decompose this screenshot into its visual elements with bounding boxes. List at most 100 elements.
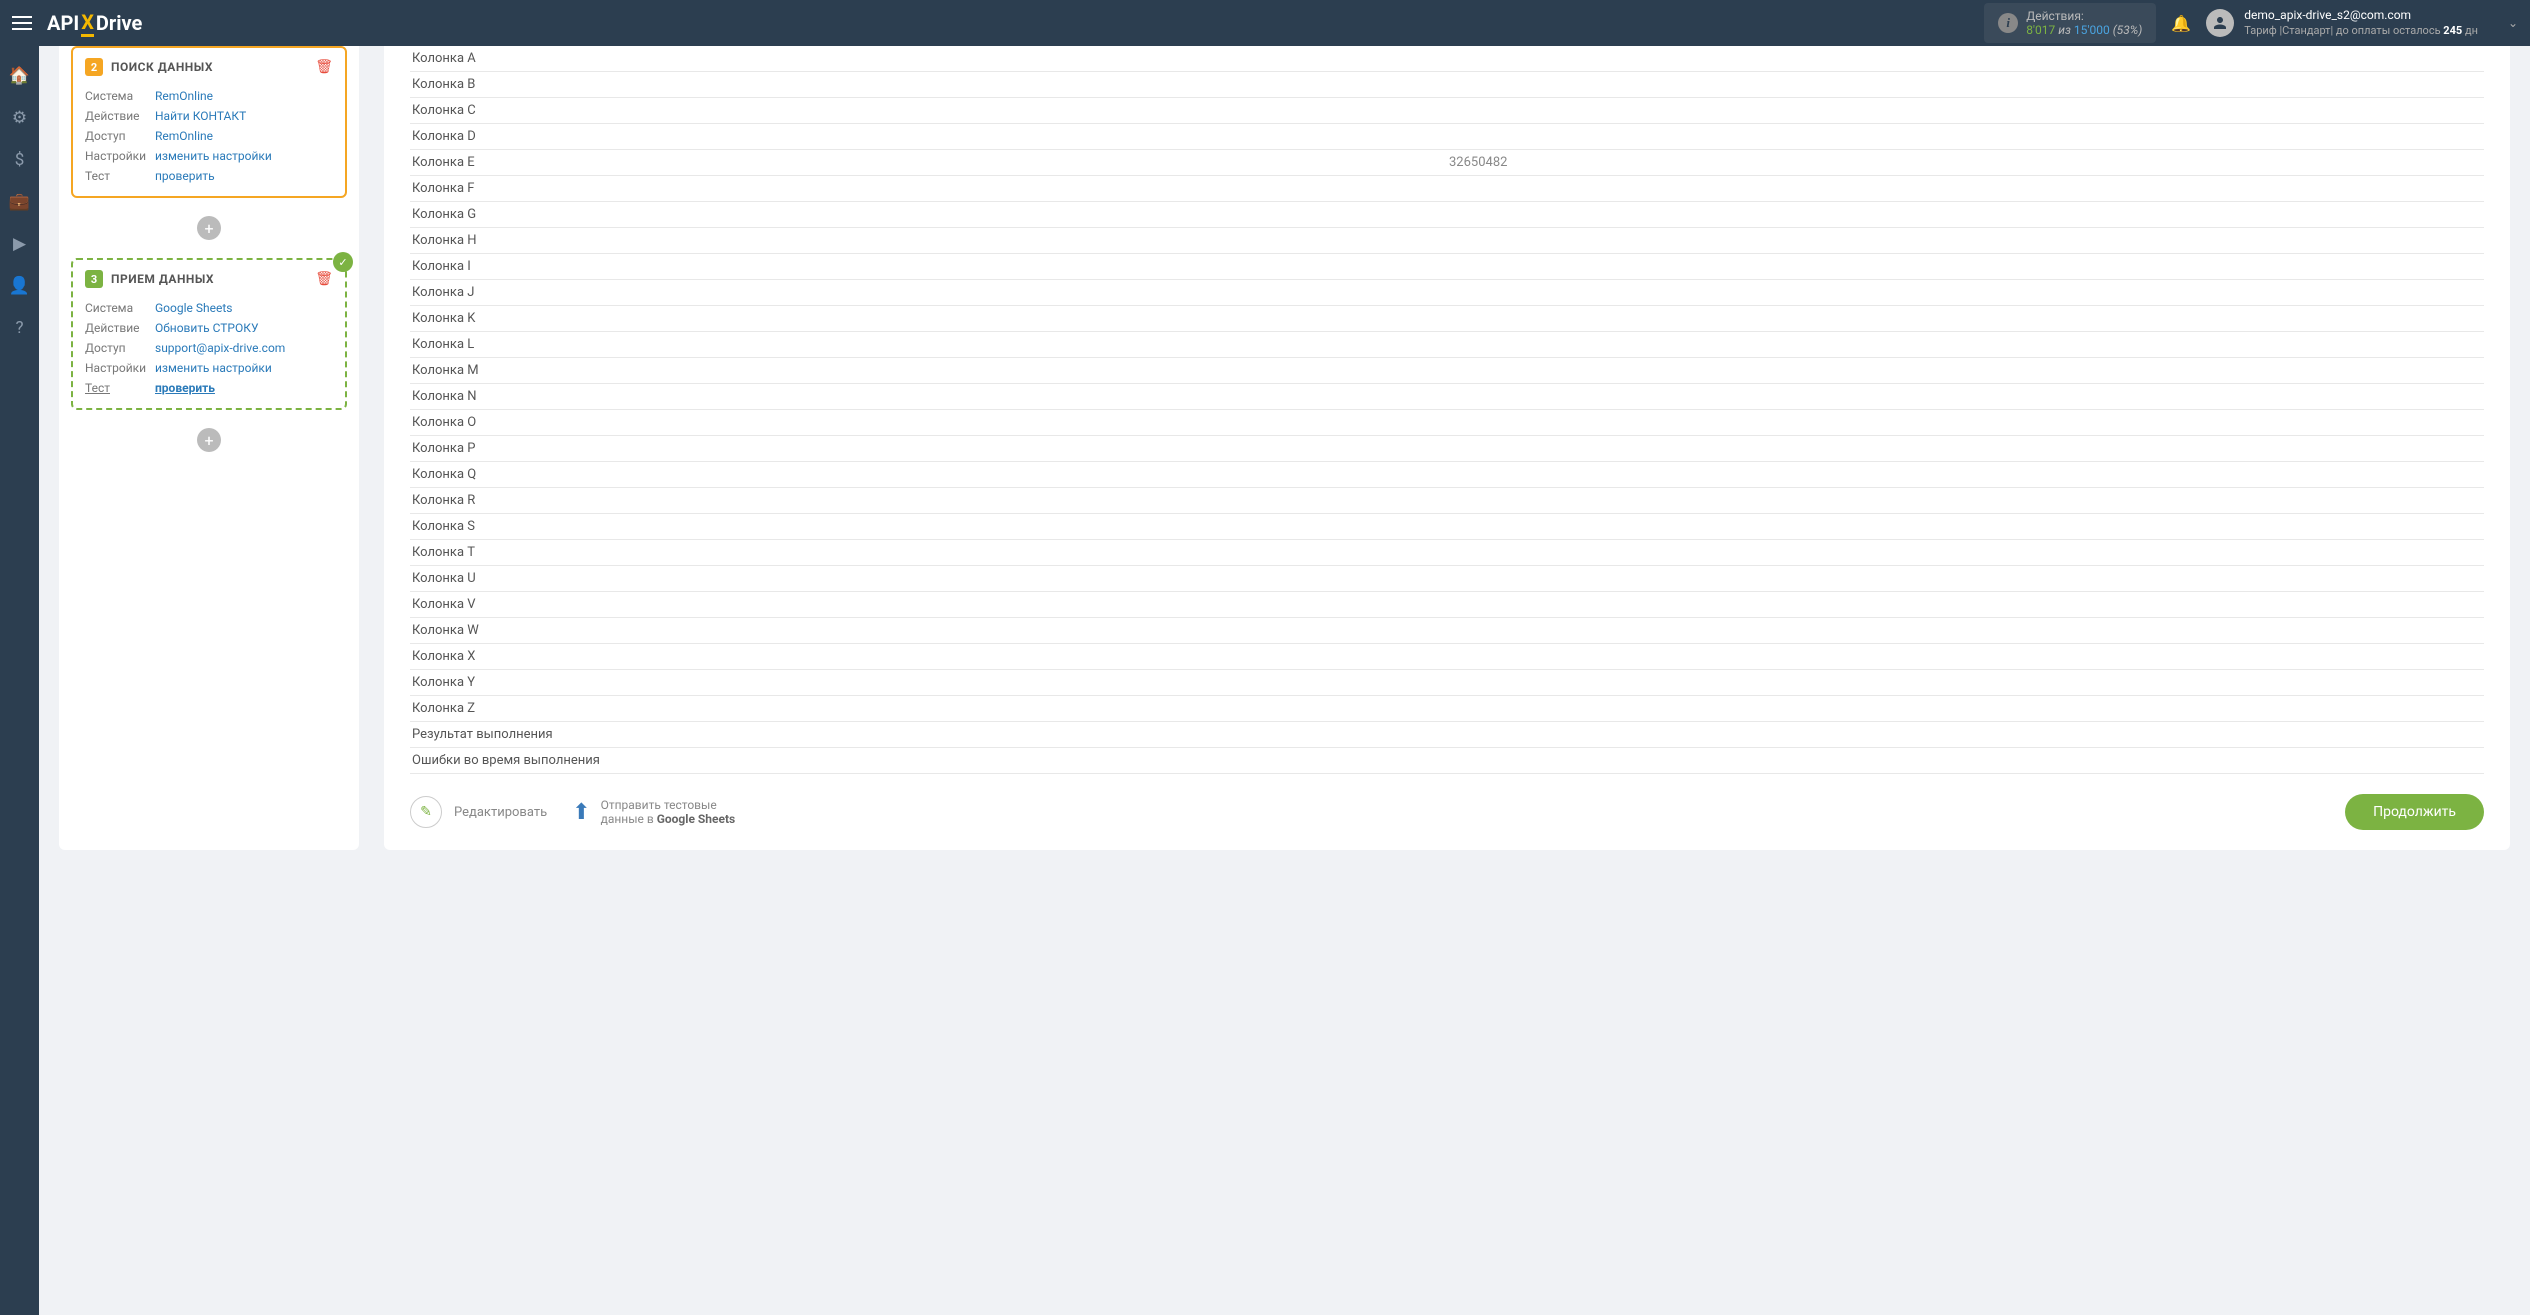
column-name: Колонка H [410,228,1447,254]
edit-button[interactable]: ✎ Редактировать [410,796,547,828]
info-icon: i [1998,13,2018,33]
table-row: Колонка L [410,332,2484,358]
step-number: 3 [85,270,103,288]
column-value [1447,462,2484,488]
home-icon[interactable]: 🏠 [9,66,30,86]
value-action[interactable]: Обновить СТРОКУ [155,321,259,335]
column-name: Колонка M [410,358,1447,384]
bottom-bar: ✎ Редактировать ⬆ Отправить тестовые дан… [410,794,2484,830]
table-row: Колонка U [410,566,2484,592]
table-row: Колонка Y [410,670,2484,696]
table-row: Колонка G [410,202,2484,228]
value-test[interactable]: проверить [155,169,215,183]
logo-drive: Drive [96,11,142,35]
column-value [1447,280,2484,306]
column-value [1447,384,2484,410]
trash-icon[interactable]: 🗑 [315,59,333,75]
dollar-icon[interactable]: $ [15,150,25,170]
column-name: Колонка I [410,254,1447,280]
add-button[interactable]: + [197,428,221,452]
right-panel: Колонка АКолонка BКолонка CКолонка DКоло… [384,46,2510,850]
table-row: Ошибки во время выполнения [410,748,2484,774]
user-menu[interactable]: demo_apix-drive_s2@com.com Тариф |Станда… [2206,8,2518,38]
user-tariff: Тариф |Стандарт| до оплаты осталось 245 … [2244,24,2478,38]
logo-x: X [81,10,94,37]
value-access[interactable]: support@apix-drive.com [155,341,285,355]
column-name: Колонка C [410,98,1447,124]
table-row: Колонка K [410,306,2484,332]
column-name: Колонка B [410,72,1447,98]
send-test-button[interactable]: ⬆ Отправить тестовые данные в Google She… [572,798,735,826]
value-system[interactable]: RemOnline [155,89,213,103]
sitemap-icon[interactable]: ⚙ [12,108,27,128]
send-line2: данные в Google Sheets [601,812,736,826]
table-row: Колонка D [410,124,2484,150]
column-name: Результат выполнения [410,722,1447,748]
user-email: demo_apix-drive_s2@com.com [2244,8,2478,24]
column-value: 32650482 [1447,150,2484,176]
value-system[interactable]: Google Sheets [155,301,232,315]
column-name: Колонка G [410,202,1447,228]
table-row: Колонка S [410,514,2484,540]
actions-counter[interactable]: i Действия: 8'017 из 15'000 (53%) [1984,3,2156,43]
help-icon[interactable]: ? [15,318,23,338]
label-access: Доступ [85,129,155,143]
column-value [1447,696,2484,722]
column-name: Колонка P [410,436,1447,462]
column-name: Колонка X [410,644,1447,670]
label-action: Действие [85,321,155,335]
column-name: Колонка J [410,280,1447,306]
column-name: Колонка N [410,384,1447,410]
logo[interactable]: APIXDrive [47,10,142,37]
check-icon: ✓ [333,252,353,272]
youtube-icon[interactable]: ▶ [13,234,26,254]
column-value [1447,514,2484,540]
column-value [1447,124,2484,150]
column-value [1447,98,2484,124]
column-value [1447,254,2484,280]
column-value [1447,202,2484,228]
trash-icon[interactable]: 🗑 [315,271,333,287]
column-name: Колонка L [410,332,1447,358]
label-action: Действие [85,109,155,123]
table-row: Колонка R [410,488,2484,514]
column-value [1447,592,2484,618]
column-value [1447,46,2484,72]
table-row: Колонка M [410,358,2484,384]
column-value [1447,176,2484,202]
column-name: Колонка Y [410,670,1447,696]
briefcase-icon[interactable]: 💼 [9,192,30,212]
step-number: 2 [85,58,103,76]
column-value [1447,748,2484,774]
hamburger-menu[interactable] [12,12,32,34]
value-settings[interactable]: изменить настройки [155,361,272,375]
column-value [1447,306,2484,332]
pencil-icon: ✎ [410,796,442,828]
column-name: Ошибки во время выполнения [410,748,1447,774]
send-line1: Отправить тестовые [601,798,736,812]
value-test[interactable]: проверить [155,381,215,395]
continue-button[interactable]: Продолжить [2345,794,2484,830]
column-value [1447,722,2484,748]
column-name: Колонка Z [410,696,1447,722]
table-row: Колонка F [410,176,2484,202]
column-value [1447,228,2484,254]
user-icon[interactable]: 👤 [9,276,30,296]
bell-icon[interactable]: 🔔 [2171,14,2191,33]
column-name: Колонка E [410,150,1447,176]
column-name: Колонка R [410,488,1447,514]
value-action[interactable]: Найти КОНТАКТ [155,109,246,123]
value-access[interactable]: RemOnline [155,129,213,143]
column-value [1447,358,2484,384]
sidebar: 🏠 ⚙ $ 💼 ▶ 👤 ? [0,46,39,1315]
column-name: Колонка V [410,592,1447,618]
table-row: Колонка E32650482 [410,150,2484,176]
left-panel: 2 ПОИСК ДАННЫХ 🗑 СистемаRemOnline Действ… [59,46,359,850]
value-settings[interactable]: изменить настройки [155,149,272,163]
label-access: Доступ [85,341,155,355]
add-button[interactable]: + [197,216,221,240]
table-row: Колонка I [410,254,2484,280]
column-value [1447,540,2484,566]
table-row: Колонка W [410,618,2484,644]
column-name: Колонка T [410,540,1447,566]
